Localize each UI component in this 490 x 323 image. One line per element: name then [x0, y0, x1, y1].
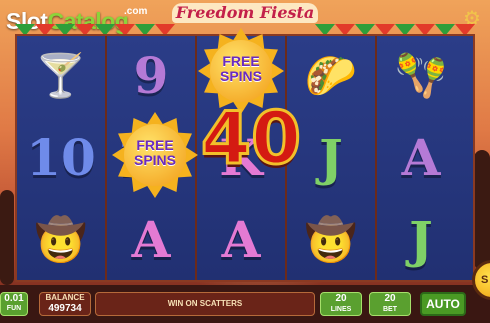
symbol-label: A: [131, 210, 171, 269]
bet-label: BET: [383, 306, 397, 313]
symbol-a: A: [107, 200, 195, 280]
game-title: Freedom Fiesta: [175, 3, 315, 22]
bet-button[interactable]: 20 BET: [369, 292, 411, 316]
symbol-label: A: [221, 210, 261, 269]
symbol-a: A: [197, 200, 285, 280]
symbol-label: J: [409, 210, 433, 269]
coin-label: FUN: [6, 305, 22, 312]
coin-value: 0.01: [4, 293, 24, 304]
balance-label: BALANCE: [45, 293, 85, 302]
message-display: WIN ON SCATTERS: [95, 292, 315, 316]
badge-line1: FREE: [222, 53, 260, 69]
symbol-10: 10: [17, 118, 105, 198]
badge-line2: SPINS: [219, 68, 262, 84]
sombrero-man-symbol: 🤠: [304, 215, 358, 263]
symbol-label: 9: [133, 46, 169, 105]
lines-button[interactable]: 20 LINES: [320, 292, 362, 316]
game-stage: SlotCatalog .com Freedom Fiesta ⚙ 🍸 10 🤠…: [0, 0, 490, 323]
symbol-label: A: [401, 128, 441, 187]
reel-5: 🪇 A J: [377, 36, 467, 280]
badge-text: FREE SPINS: [198, 54, 284, 84]
symbol-a: A: [377, 118, 465, 198]
cactus-left: [0, 190, 14, 285]
free-spins-count: 40: [199, 96, 302, 180]
reel-1: 🍸 10 🤠: [17, 36, 107, 280]
maracas-symbol: 🪇: [394, 51, 448, 99]
cactus-right: [474, 150, 490, 270]
brand-com: .com: [124, 6, 148, 17]
auto-button[interactable]: AUTO: [420, 292, 466, 316]
balance-value: 499734: [48, 303, 82, 314]
badge-text: FREE SPINS: [112, 138, 198, 168]
balance-display: BALANCE 499734: [39, 292, 91, 316]
free-spins-badge-left: FREE SPINS: [112, 112, 198, 198]
badge-line1: FREE: [136, 137, 174, 153]
symbol-label: 10: [26, 128, 96, 187]
symbol-9: 9: [107, 36, 195, 116]
sombrero-man-symbol: 🤠: [34, 215, 88, 263]
symbol-j: J: [377, 200, 465, 280]
coin-value-button[interactable]: 0.01 FUN: [0, 292, 28, 316]
badge-line2: SPINS: [133, 152, 176, 168]
tequila-symbol: 🍸: [34, 51, 88, 99]
bet-value: 20: [384, 293, 396, 304]
symbol-label: J: [319, 128, 343, 187]
lines-label: LINES: [330, 306, 352, 313]
lines-value: 20: [335, 293, 347, 304]
